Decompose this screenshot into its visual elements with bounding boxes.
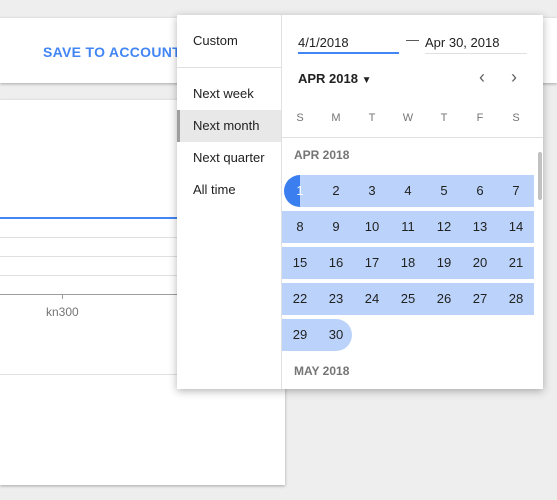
calendar-day[interactable]: 28 (498, 283, 534, 315)
month-selector[interactable]: APR 2018 ▼ (298, 71, 372, 86)
date-range-picker: Custom Next week Next month Next quarter… (177, 15, 543, 389)
range-separator: — (406, 32, 419, 47)
weekday-header: F (476, 112, 484, 124)
preset-custom[interactable]: Custom (177, 25, 281, 57)
divider (177, 67, 281, 68)
calendar-day[interactable]: 4 (390, 175, 426, 207)
calendar-day[interactable]: 22 (282, 283, 318, 315)
calendar-day[interactable]: 27 (462, 283, 498, 315)
preset-list: Custom Next week Next month Next quarter… (177, 15, 282, 389)
calendar-day[interactable]: 15 (282, 247, 318, 279)
calendar-day[interactable]: 20 (462, 247, 498, 279)
calendar-day[interactable]: 21 (498, 247, 534, 279)
caret-down-icon: ▼ (361, 75, 372, 86)
end-date-input[interactable] (425, 32, 527, 54)
weekday-header: T (368, 112, 376, 124)
calendar-day[interactable]: 10 (354, 211, 390, 243)
calendar-day[interactable]: 13 (462, 211, 498, 243)
preset-next-week[interactable]: Next week (177, 78, 281, 110)
calendar-day[interactable]: 9 (318, 211, 354, 243)
calendar-panel: — APR 2018 ▼ ‹ › SMTWTFS APR 2018 123456… (282, 15, 543, 389)
calendar-day[interactable]: 2 (318, 175, 354, 207)
calendar-day[interactable]: 6 (462, 175, 498, 207)
x-tick-label: kn300 (46, 305, 79, 319)
calendar-day[interactable]: 7 (498, 175, 534, 207)
weekday-header: S (296, 112, 304, 124)
preset-next-month[interactable]: Next month (177, 110, 281, 142)
month-label: APR 2018 (294, 148, 350, 162)
calendar-day[interactable]: 25 (390, 283, 426, 315)
chevron-left-icon[interactable]: ‹ (470, 67, 494, 88)
weekday-header: S (512, 112, 520, 124)
calendar-day[interactable]: 8 (282, 211, 318, 243)
weekday-header: W (402, 112, 414, 124)
calendar-day[interactable]: 16 (318, 247, 354, 279)
x-tick (62, 294, 63, 299)
calendar-day[interactable]: 30 (318, 319, 354, 351)
preset-all-time[interactable]: All time (177, 174, 281, 206)
calendar-day[interactable]: 18 (390, 247, 426, 279)
calendar-day[interactable]: 17 (354, 247, 390, 279)
chevron-right-icon[interactable]: › (502, 67, 526, 88)
divider (282, 137, 543, 138)
calendar-day[interactable]: 11 (390, 211, 426, 243)
calendar-day[interactable]: 19 (426, 247, 462, 279)
start-date-input[interactable] (298, 32, 399, 54)
preset-next-quarter[interactable]: Next quarter (177, 142, 281, 174)
calendar-day[interactable]: 29 (282, 319, 318, 351)
calendar-day[interactable]: 3 (354, 175, 390, 207)
weekday-header: T (440, 112, 448, 124)
calendar-day[interactable]: 26 (426, 283, 462, 315)
calendar-day[interactable]: 23 (318, 283, 354, 315)
month-header: APR 2018 (298, 71, 358, 86)
weekday-header: M (331, 112, 341, 124)
calendar-day[interactable]: 1 (282, 175, 318, 207)
calendar-day[interactable]: 24 (354, 283, 390, 315)
save-to-account-button[interactable]: SAVE TO ACCOUNT (43, 44, 181, 60)
scrollbar[interactable] (538, 152, 542, 200)
calendar-day[interactable]: 5 (426, 175, 462, 207)
calendar-day[interactable]: 14 (498, 211, 534, 243)
next-month-label: MAY 2018 (294, 364, 350, 378)
calendar-day[interactable]: 12 (426, 211, 462, 243)
